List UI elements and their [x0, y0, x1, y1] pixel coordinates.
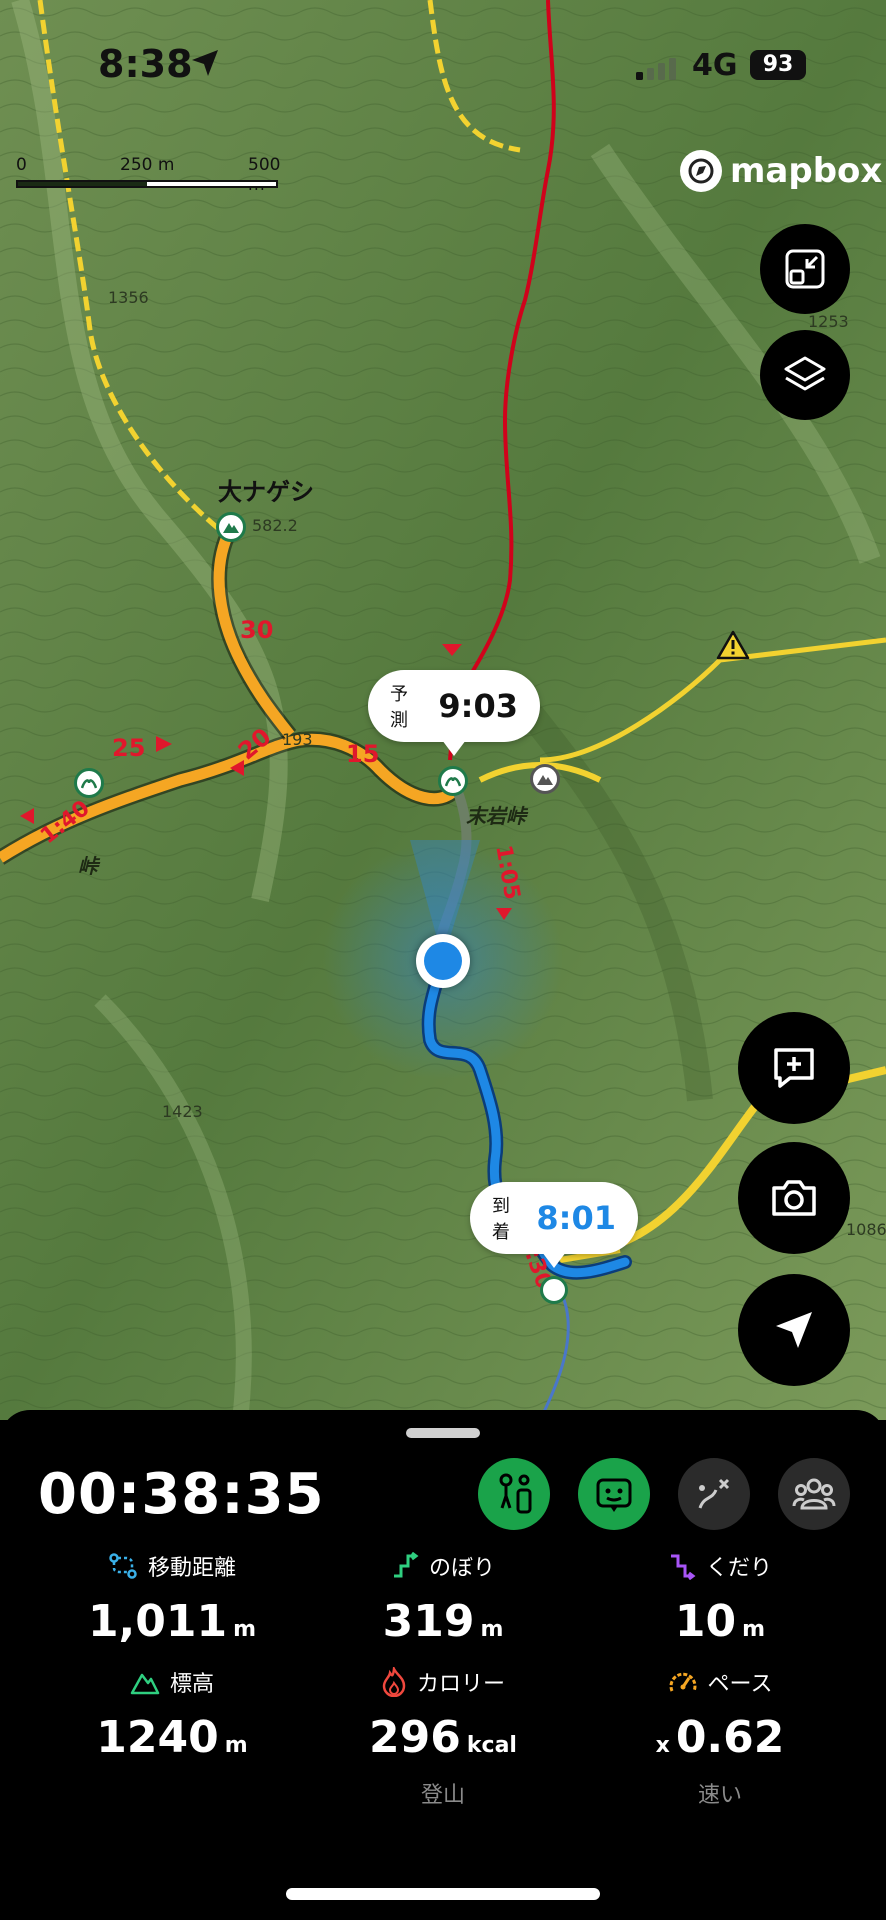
stat-calories: カロリー 296 kcal 登山: [323, 1666, 563, 1809]
distance-icon: [109, 1553, 137, 1579]
group-button[interactable]: [778, 1458, 850, 1530]
layers-button[interactable]: [760, 330, 850, 420]
ascent-value: 319: [382, 1596, 475, 1647]
stat-elevation: 標高 1240 m: [52, 1666, 292, 1763]
status-time: 8:38: [98, 42, 193, 86]
scale-mid: 250 m: [120, 155, 175, 175]
elevation-label: 1253: [808, 312, 849, 331]
ascent-label: のぼり: [428, 1556, 495, 1581]
mapbox-icon: [680, 150, 722, 192]
shrink-icon: [785, 249, 825, 289]
scale-end: 500 m: [248, 155, 281, 195]
stat-distance: 移動距離 1,011 m: [52, 1550, 292, 1647]
camera-button[interactable]: [738, 1142, 850, 1254]
network-type: 4G: [692, 48, 738, 83]
activity-type: 登山: [420, 1783, 465, 1808]
calories-label: カロリー: [416, 1672, 505, 1697]
add-note-icon: [774, 1048, 814, 1088]
descent-unit: m: [742, 1617, 766, 1642]
elevation-label: 1086: [846, 1220, 886, 1239]
ascent-icon: [393, 1552, 419, 1578]
ascent-unit: m: [480, 1617, 504, 1642]
scale-zero: 0: [16, 155, 27, 175]
pace-value: 0.62: [675, 1712, 785, 1763]
flame-icon: [382, 1667, 406, 1697]
elevation-unit: m: [224, 1733, 248, 1758]
segment-time-label: 30: [240, 616, 274, 644]
home-indicator[interactable]: [286, 1888, 600, 1900]
descent-icon: [670, 1554, 696, 1580]
elevation-icon: [130, 1673, 160, 1695]
mountain-marker[interactable]: [530, 764, 560, 794]
shrink-map-button[interactable]: [760, 224, 850, 314]
map-scale-bar: 0 250 m 500 m: [16, 155, 286, 195]
mapbox-text: mapbox: [730, 151, 883, 191]
arrival-callout[interactable]: 到着 8:01: [470, 1182, 638, 1268]
pass-marker[interactable]: [438, 766, 468, 796]
layers-icon: [784, 356, 826, 391]
current-location-dot: [416, 934, 470, 988]
navigation-arrow-icon: [776, 1312, 812, 1348]
forecast-callout[interactable]: 予測 9:03: [368, 670, 540, 756]
add-note-button[interactable]: [738, 1012, 850, 1124]
stat-ascent: のぼり 319 m: [323, 1550, 563, 1647]
elevation-label: 1356: [108, 288, 149, 307]
warning-icon[interactable]: [716, 630, 750, 664]
elevation-label: 1423: [162, 1102, 203, 1121]
pace-prefix: x: [655, 1733, 670, 1758]
forecast-label: 予測: [390, 684, 408, 731]
speedometer-icon: [669, 1672, 697, 1692]
group-icon: [792, 1478, 836, 1510]
calories-unit: kcal: [466, 1733, 517, 1758]
stat-descent: くだり 10 m: [600, 1550, 840, 1647]
battery-indicator: 93: [750, 50, 806, 80]
hiking-mode-button[interactable]: [478, 1458, 550, 1530]
distance-value: 1,011: [87, 1596, 228, 1647]
activity-sheet[interactable]: 00:38:35 移動距離 1,011 m のぼり 319 m くだり 10 m 標高…: [0, 1410, 886, 1920]
distance-unit: m: [233, 1617, 257, 1642]
sheet-grabber[interactable]: [406, 1428, 480, 1438]
arrival-label: 到着: [492, 1196, 510, 1243]
signal-icon: [636, 58, 680, 84]
map-view[interactable]: 大ナゲシ 582.2 末岩峠 峠 1356 1253 1423 1086 193…: [0, 0, 886, 1420]
elevation-label: 標高: [169, 1672, 214, 1697]
arrival-time: 8:01: [536, 1199, 616, 1237]
hiker-route-icon: [499, 1473, 532, 1514]
pass-marker[interactable]: [74, 768, 104, 798]
descent-label: くだり: [705, 1556, 772, 1581]
pass-label-west: 峠: [78, 854, 98, 878]
route-off-button[interactable]: [678, 1458, 750, 1530]
camera-icon: [772, 1180, 816, 1216]
segment-time-label: 25: [112, 734, 146, 762]
descent-value: 10: [674, 1596, 737, 1647]
distance-label: 移動距離: [147, 1556, 236, 1581]
stat-pace: ペース x 0.62 速い: [600, 1666, 840, 1809]
segment-time-label: 15: [346, 740, 380, 768]
calories-value: 296: [369, 1712, 461, 1763]
status-bar: 8:38 4G 93: [0, 0, 886, 130]
face-mode-button[interactable]: [578, 1458, 650, 1530]
peak-name-label: 大ナゲシ: [218, 478, 314, 506]
pace-label: ペース: [707, 1672, 773, 1697]
location-arrow-icon: [190, 48, 220, 82]
peak-elevation-label: 582.2: [252, 516, 298, 535]
pass-label: 末岩峠: [466, 804, 526, 828]
mapbox-logo[interactable]: mapbox: [680, 150, 882, 192]
trailhead-marker[interactable]: [540, 1276, 568, 1304]
pace-rating: 速い: [697, 1783, 742, 1808]
elapsed-time: 00:38:35: [38, 1462, 325, 1527]
peak-marker[interactable]: [216, 512, 246, 542]
elevation-label: 193: [282, 730, 313, 749]
route-off-icon: [698, 1478, 730, 1509]
forecast-time: 9:03: [438, 687, 518, 725]
locate-button[interactable]: [738, 1274, 850, 1386]
elevation-value: 1240: [96, 1712, 219, 1763]
face-icon: [596, 1478, 632, 1512]
